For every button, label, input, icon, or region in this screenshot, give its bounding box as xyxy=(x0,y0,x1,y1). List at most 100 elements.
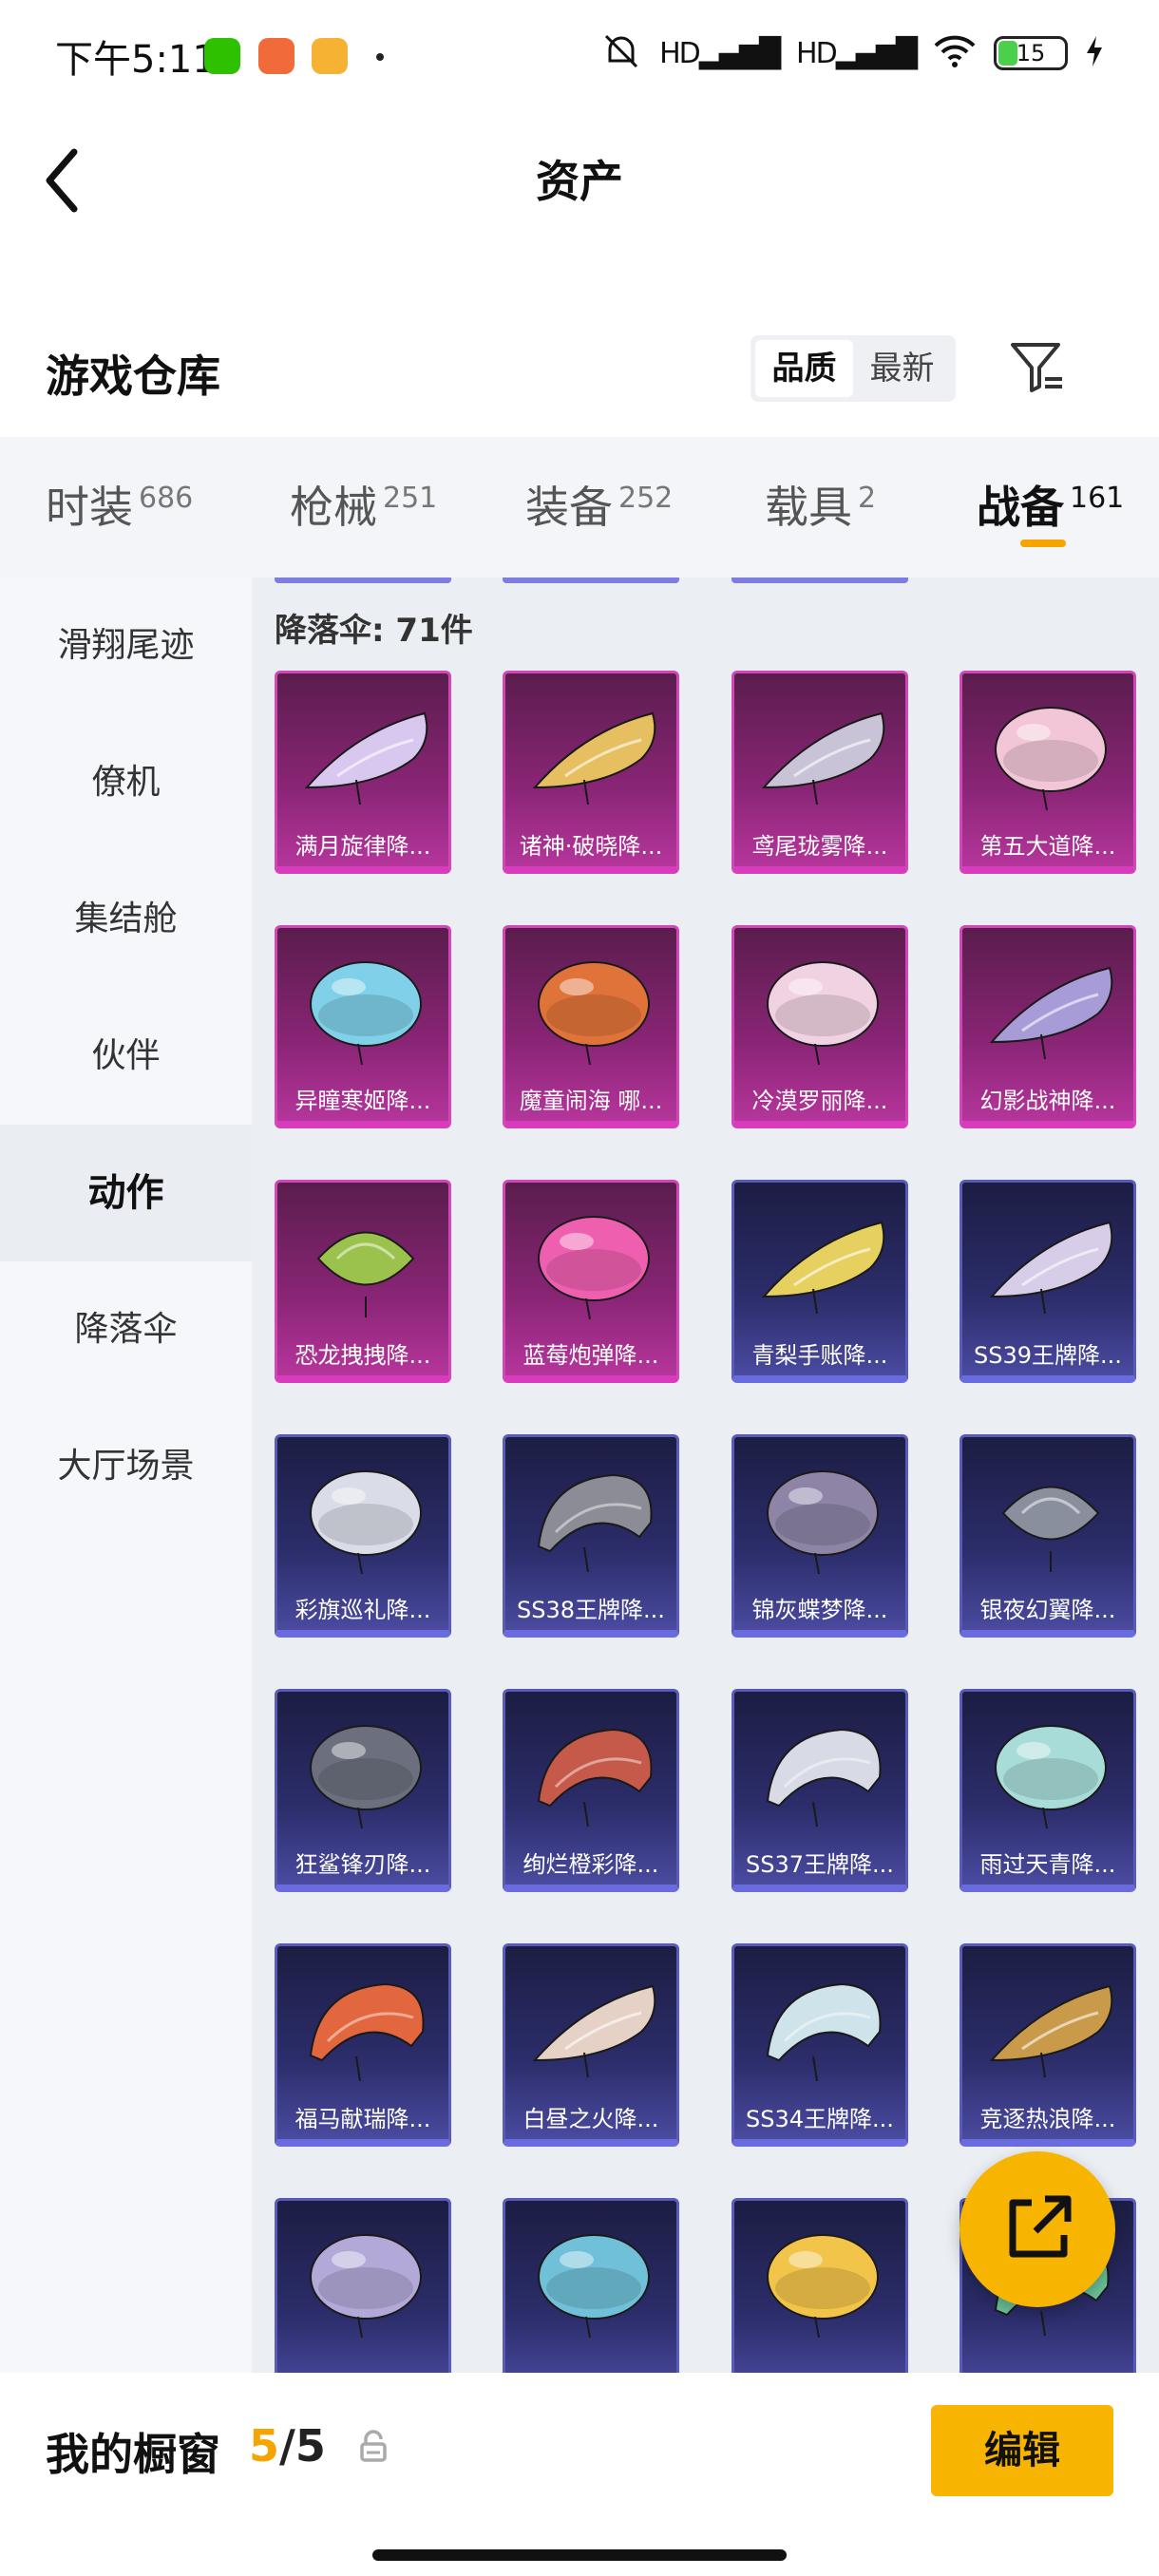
sidebar-item-wingman[interactable]: 僚机 xyxy=(0,714,252,851)
parachute-icon xyxy=(538,1216,650,1320)
sidebar-item-partner[interactable]: 伙伴 xyxy=(0,988,252,1125)
parachute-card[interactable]: 恐龙拽拽降... xyxy=(275,1180,451,1383)
parachute-card[interactable] xyxy=(275,2198,451,2373)
parachute-card[interactable]: 雨过天青降... xyxy=(960,1689,1136,1892)
tab-equipment[interactable]: 装备 252 xyxy=(525,473,673,536)
card-label: 雨过天青降... xyxy=(979,1851,1116,1878)
tab-vehicles[interactable]: 载具 2 xyxy=(765,473,876,536)
parachute-card[interactable]: SS38王牌降... xyxy=(503,1434,679,1638)
sidebar-item-emote[interactable]: 动作 xyxy=(0,1125,252,1261)
wechat-icon xyxy=(204,38,240,74)
gallery-icon xyxy=(312,38,348,74)
parachute-card[interactable] xyxy=(503,2198,679,2373)
parachute-card[interactable]: 诸神·破晓降... xyxy=(503,671,679,874)
sort-by-quality[interactable]: 品质 xyxy=(755,340,853,397)
parachute-card[interactable]: 魔童闹海 哪... xyxy=(503,925,679,1128)
sidebar-item-assembly-pod[interactable]: 集结舱 xyxy=(0,851,252,988)
cell-signal-1-icon: HD▂▄▆█ xyxy=(659,36,781,70)
share-button[interactable] xyxy=(960,2151,1115,2307)
parachute-card[interactable]: 第五大道降... xyxy=(960,671,1136,874)
sidebar-item-glide-trail[interactable]: 滑翔尾迹 xyxy=(0,578,252,714)
parachute-icon xyxy=(310,1725,422,1829)
parachute-card[interactable]: 福马献瑞降... xyxy=(275,1943,451,2147)
section-title: 降落伞: 71件 xyxy=(275,612,473,650)
page-title: 资产 xyxy=(536,156,623,207)
parachute-card[interactable]: 异瞳寒姬降... xyxy=(275,925,451,1128)
parachute-icon xyxy=(1001,1486,1100,1572)
card-label: 鸢尾珑雾降... xyxy=(751,833,888,860)
status-bar: 下午5:11 HD▂▄▆█ HD▂▄▆█ 15 xyxy=(0,0,1159,114)
card-label: 第五大道降... xyxy=(979,833,1116,860)
card-label: 魔童闹海 哪... xyxy=(519,1088,663,1114)
parachute-icon xyxy=(310,1470,422,1575)
prev-row-card-edge xyxy=(503,578,679,583)
parachute-card[interactable]: 满月旋律降... xyxy=(275,671,451,874)
parachute-card[interactable]: 青梨手账降... xyxy=(732,1180,908,1383)
wifi-icon xyxy=(933,34,977,72)
parachute-icon xyxy=(532,711,656,805)
filter-button[interactable] xyxy=(1007,337,1068,398)
edit-button[interactable]: 编辑 xyxy=(931,2405,1113,2496)
more-notifications-dot xyxy=(376,53,384,61)
card-label: 满月旋律降... xyxy=(294,833,431,860)
card-label: 冷漠罗丽降... xyxy=(751,1088,888,1114)
parachute-card[interactable] xyxy=(732,2198,908,2373)
charging-icon xyxy=(1085,34,1104,72)
parachute-icon xyxy=(766,1728,882,1828)
mute-icon xyxy=(600,32,642,74)
sort-toggle: 品质 最新 xyxy=(750,335,956,402)
parachute-card[interactable]: SS37王牌降... xyxy=(732,1689,908,1892)
category-tabs: 时装 686 枪械 251 装备 252 载具 2 战备 161 xyxy=(0,437,1159,578)
showcase-count: 5/5 xyxy=(249,2420,326,2472)
card-label: 福马献瑞降... xyxy=(294,2106,431,2132)
parachute-card[interactable]: 银夜幻翼降... xyxy=(960,1434,1136,1638)
warehouse-title: 游戏仓库 xyxy=(46,350,220,402)
parachute-card[interactable]: 冷漠罗丽降... xyxy=(732,925,908,1128)
card-label: 蓝莓炮弹降... xyxy=(522,1342,659,1369)
active-tab-indicator xyxy=(1020,540,1066,547)
card-label: 恐龙拽拽降... xyxy=(294,1342,431,1369)
parachute-icon xyxy=(761,1221,885,1315)
parachute-icon xyxy=(309,1982,425,2082)
card-label: 竞逐热浪降... xyxy=(979,2106,1116,2132)
filter-icon xyxy=(1011,343,1062,392)
parachute-icon xyxy=(537,1473,653,1573)
parachute-card[interactable]: 白昼之火降... xyxy=(503,1943,679,2147)
parachute-card[interactable]: 蓝莓炮弹降... xyxy=(503,1180,679,1383)
parachute-card[interactable]: 鸢尾珑雾降... xyxy=(732,671,908,874)
sidebar-item-lobby-scene[interactable]: 大厅场景 xyxy=(0,1398,252,1535)
parachute-card[interactable]: SS34王牌降... xyxy=(732,1943,908,2147)
parachute-icon xyxy=(995,1725,1107,1829)
parachute-card[interactable]: SS39王牌降... xyxy=(960,1180,1136,1383)
showcase-label: 我的橱窗 xyxy=(46,2429,220,2480)
parachute-icon xyxy=(310,961,422,1066)
card-label: SS38王牌降... xyxy=(517,1597,665,1623)
parachute-card[interactable]: 绚烂橙彩降... xyxy=(503,1689,679,1892)
card-label: 彩旗巡礼降... xyxy=(294,1597,431,1623)
tab-firearms[interactable]: 枪械 251 xyxy=(290,473,437,536)
card-label: 白昼之火降... xyxy=(522,2106,659,2132)
parachute-card[interactable]: 狂鲨锋刃降... xyxy=(275,1689,451,1892)
parachute-card[interactable]: 彩旗巡礼降... xyxy=(275,1434,451,1638)
parachute-icon xyxy=(989,1221,1113,1315)
sort-by-newest[interactable]: 最新 xyxy=(853,340,951,397)
parachute-icon xyxy=(767,961,879,1066)
parachute-icon xyxy=(989,966,1113,1060)
parachute-card[interactable]: 竞逐热浪降... xyxy=(960,1943,1136,2147)
parachute-icon xyxy=(538,961,650,1066)
cell-signal-2-icon: HD▂▄▆█ xyxy=(796,36,918,70)
card-label: SS34王牌降... xyxy=(746,2106,894,2132)
card-label: 诸神·破晓降... xyxy=(519,833,663,860)
card-label: 锦灰蝶梦降... xyxy=(751,1597,888,1623)
tab-war-prep[interactable]: 战备 161 xyxy=(977,473,1124,536)
card-label: 绚烂橙彩降... xyxy=(522,1851,659,1878)
parachute-icon xyxy=(538,2234,650,2339)
parachute-card[interactable]: 锦灰蝶梦降... xyxy=(732,1434,908,1638)
parachute-card[interactable]: 幻影战神降... xyxy=(960,925,1136,1128)
sidebar-item-parachute[interactable]: 降落伞 xyxy=(0,1261,252,1398)
card-label: 异瞳寒姬降... xyxy=(294,1088,431,1114)
card-label: 青梨手账降... xyxy=(751,1342,888,1369)
home-indicator xyxy=(372,2549,787,2561)
tab-fashion[interactable]: 时装 686 xyxy=(46,473,193,536)
parachute-icon xyxy=(310,2234,422,2339)
